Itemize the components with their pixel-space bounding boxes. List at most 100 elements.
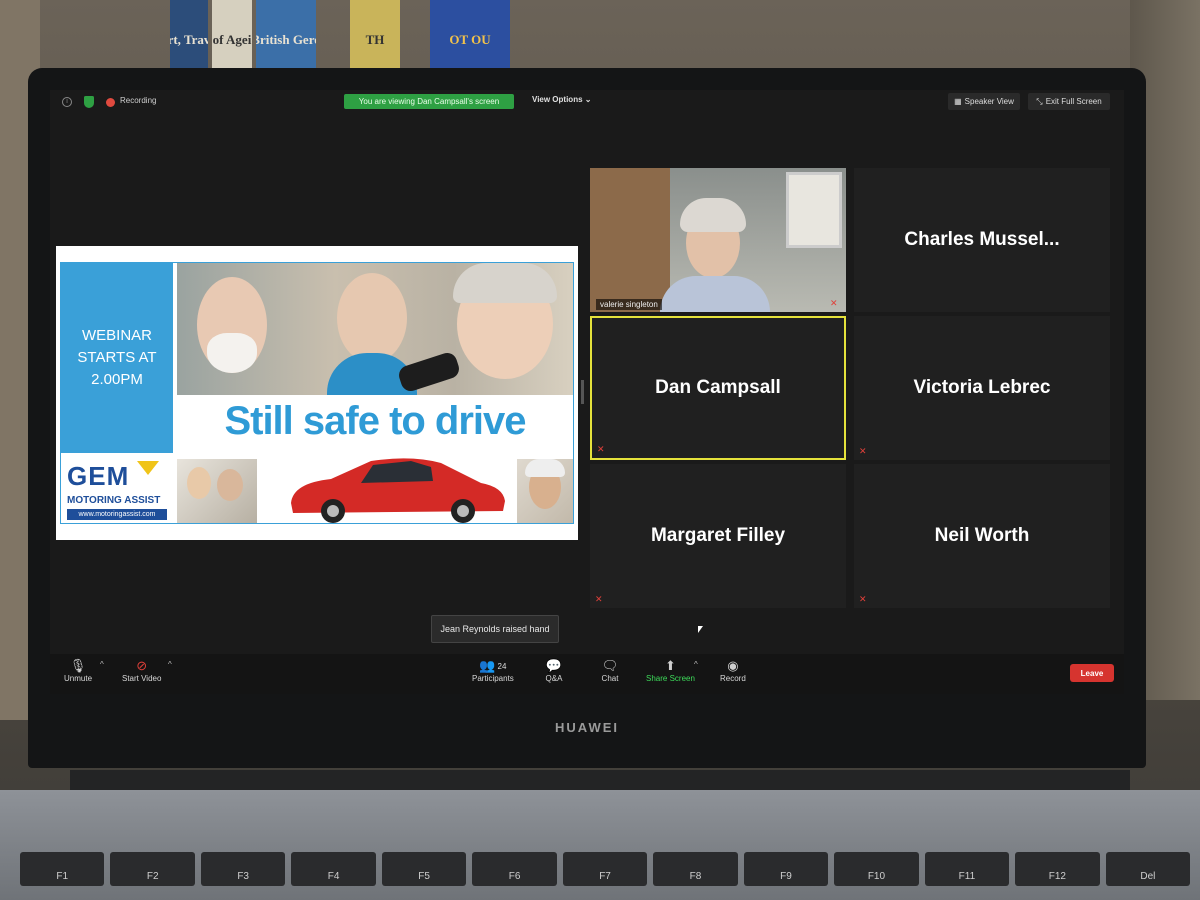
grid-icon: ▦	[954, 97, 962, 106]
keyboard-key: F9	[743, 852, 829, 886]
view-options-label: View Options	[532, 95, 583, 104]
gem-logo-text: GEM	[67, 461, 130, 491]
chat-button[interactable]: 🗨 Chat	[600, 658, 620, 683]
participants-button[interactable]: 👥 24 Participants	[472, 658, 514, 683]
car-key-icon	[396, 350, 462, 394]
leave-button[interactable]: Leave	[1070, 664, 1114, 682]
qa-label: Q&A	[545, 674, 563, 683]
participant-name: Dan Campsall	[655, 377, 781, 398]
recording-label: Recording	[120, 96, 157, 105]
start-video-label: Start Video	[122, 674, 162, 683]
face-shape	[217, 469, 243, 501]
function-key-row: F1 F2 F3 F4 F5 F6 F7 F8 F9 F10 F11 F12 D…	[20, 852, 1191, 900]
participant-tile-active-speaker[interactable]: Dan Campsall ✕	[590, 316, 846, 460]
muted-mic-icon: ✕	[859, 594, 867, 604]
hair-shape	[680, 198, 746, 232]
shield-icon[interactable]	[84, 96, 94, 108]
meeting-top-bar: i Recording You are viewing Dan Campsall…	[50, 90, 1124, 116]
raised-hand-notification: Jean Reynolds raised hand	[431, 615, 559, 643]
eye-test-photo	[177, 459, 257, 523]
video-off-icon: ⊘	[136, 658, 148, 673]
gem-url: www.motoringassist.com	[67, 509, 167, 520]
photo-scene: rt, Trav of Agei British Gero TH OT OU i…	[0, 0, 1200, 900]
unmute-label: Unmute	[64, 674, 93, 683]
keyboard-key: F3	[200, 852, 286, 886]
participant-name: Neil Worth	[934, 525, 1030, 546]
participants-label: Participants	[472, 674, 514, 683]
share-screen-icon: ⬆	[665, 658, 676, 673]
keyboard-key: F7	[562, 852, 648, 886]
keyboard-key: F8	[653, 852, 738, 886]
muted-mic-icon: ✕	[595, 594, 603, 604]
share-options-caret-icon[interactable]: ^	[694, 660, 698, 669]
participant-name: Victoria Lebrec	[913, 377, 1051, 398]
gem-logo: GEM MOTORING ASSIST www.motoringassist.c…	[61, 457, 173, 523]
keyboard-key: F4	[291, 852, 376, 886]
gem-logo-subtitle: MOTORING ASSIST	[67, 495, 161, 506]
split-resize-handle[interactable]	[581, 380, 584, 404]
chevron-down-icon: ⌄	[584, 95, 592, 104]
slide-headline: Still safe to drive	[224, 398, 526, 443]
audio-options-caret-icon[interactable]: ^	[100, 660, 104, 669]
muted-mic-icon: 🎙	[69, 658, 87, 673]
participants-icon: 👥 24	[479, 658, 507, 673]
start-video-button[interactable]: ⊘ Start Video	[122, 658, 161, 683]
participant-gallery: valerie singleton ✕ Charles Mussel... Da…	[590, 168, 1118, 612]
participant-tile[interactable]: Charles Mussel...	[854, 168, 1110, 312]
face-shape	[337, 273, 407, 363]
exit-fullscreen-icon: ⤡	[1036, 96, 1043, 106]
keyboard-key: F10	[834, 852, 919, 886]
laptop-brand-logo: HUAWEI	[555, 720, 619, 735]
participant-name: Margaret Filley	[650, 525, 786, 546]
mouse-cursor-icon	[698, 626, 703, 633]
speaker-view-button[interactable]: ▦ Speaker View	[948, 93, 1020, 110]
zoom-window: i Recording You are viewing Dan Campsall…	[50, 90, 1124, 694]
participant-tile[interactable]: Neil Worth ✕	[854, 464, 1110, 608]
bookcase-shape	[590, 168, 670, 312]
keyboard-key: F6	[472, 852, 557, 886]
info-icon[interactable]: i	[62, 97, 72, 107]
chat-icon: 🗨	[601, 658, 619, 673]
slide-frame: WEBINAR STARTS AT 2.00PM Still safe to d…	[60, 262, 574, 524]
diamond-icon	[137, 461, 159, 475]
hair-shape	[525, 459, 565, 477]
participant-tile[interactable]: Margaret Filley ✕	[590, 464, 846, 608]
blouse-shape	[660, 276, 770, 312]
beard-shape	[207, 333, 257, 373]
participant-name: Charles Mussel...	[904, 229, 1060, 250]
participant-tile[interactable]: Victoria Lebrec ✕	[854, 316, 1110, 460]
hair-shape	[453, 263, 557, 303]
exit-full-screen-label: Exit Full Screen	[1045, 97, 1102, 106]
participants-count: 24	[497, 661, 507, 671]
share-screen-button[interactable]: ⬆ Share Screen	[646, 658, 695, 683]
webinar-start-text: WEBINAR STARTS AT 2.00PM	[61, 263, 173, 453]
record-button[interactable]: ◉ Record	[720, 658, 746, 683]
muted-mic-icon: ✕	[859, 446, 867, 456]
share-screen-label: Share Screen	[646, 674, 695, 683]
keyboard-key: F12	[1015, 852, 1100, 886]
keyboard-key: F1	[20, 852, 105, 886]
chat-label: Chat	[601, 674, 619, 683]
red-car-image	[291, 458, 505, 523]
shared-screen-slide: WEBINAR STARTS AT 2.00PM Still safe to d…	[56, 246, 578, 540]
participant-name-label: valerie singleton	[596, 299, 662, 310]
qa-icon: 💬	[545, 658, 563, 673]
keyboard-key: Del	[1105, 852, 1191, 886]
smiling-woman-photo	[517, 459, 573, 523]
view-options-button[interactable]: View Options ⌄	[532, 95, 591, 104]
keyboard-key: F11	[924, 852, 1010, 886]
record-label: Record	[720, 674, 746, 683]
keyboard-key: F5	[381, 852, 467, 886]
exit-full-screen-button[interactable]: ⤡ Exit Full Screen	[1028, 93, 1110, 110]
video-options-caret-icon[interactable]: ^	[168, 660, 172, 669]
muted-mic-icon: ✕	[830, 298, 838, 308]
speaker-view-label: Speaker View	[964, 97, 1014, 106]
meeting-toolbar: 🎙 Unmute ^ ⊘ Start Video ^ 👥 24 Participa…	[50, 654, 1124, 694]
qa-button[interactable]: 💬 Q&A	[544, 658, 564, 683]
muted-mic-icon: ✕	[597, 444, 605, 454]
unmute-button[interactable]: 🎙 Unmute	[64, 658, 92, 683]
recording-dot-icon	[106, 98, 115, 107]
keyboard-key: F2	[110, 852, 195, 886]
participant-video-tile[interactable]: valerie singleton ✕	[590, 168, 846, 312]
seniors-photo	[177, 263, 573, 395]
